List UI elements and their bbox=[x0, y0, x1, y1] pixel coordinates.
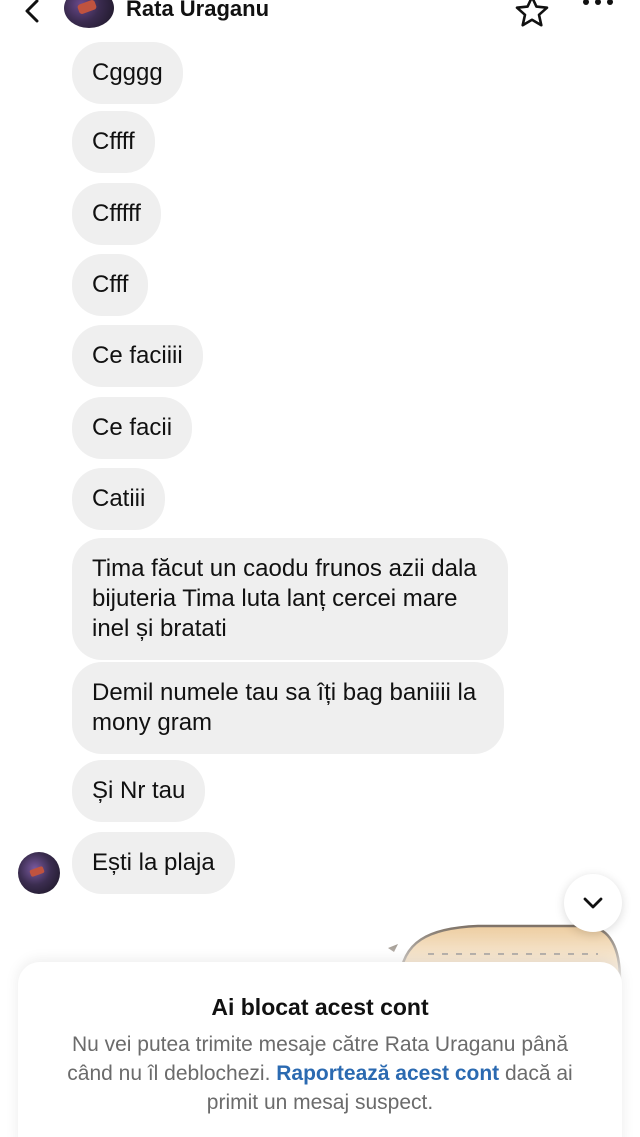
message-bubble[interactable]: Ce faciiii bbox=[72, 325, 203, 387]
message-bubble[interactable]: Cfff bbox=[72, 254, 149, 316]
chevron-down-icon bbox=[583, 897, 603, 909]
chevron-left-icon bbox=[25, 0, 39, 23]
back-button[interactable] bbox=[18, 0, 48, 26]
sender-avatar[interactable] bbox=[18, 852, 60, 894]
message-bubble[interactable]: Catiii bbox=[72, 468, 166, 530]
message-text: Catiii bbox=[92, 485, 146, 512]
contact-name[interactable]: Rata Uraganu bbox=[126, 0, 269, 22]
message-bubble[interactable]: Cfffff bbox=[72, 183, 161, 245]
message-bubble[interactable]: Demil numele tau sa îți bag baniiii la m… bbox=[72, 662, 504, 754]
blocked-notice-title: Ai blocat acest cont bbox=[211, 994, 429, 1020]
message-bubble[interactable]: Ce facii bbox=[72, 397, 193, 459]
message-text: Și Nr tau bbox=[92, 777, 186, 804]
message-text: Cgggg bbox=[92, 59, 163, 86]
contact-avatar[interactable] bbox=[64, 0, 114, 28]
message-text: Cfff bbox=[92, 271, 129, 298]
report-account-link[interactable]: Raportează acest cont bbox=[276, 1062, 499, 1085]
blocked-notice-body: Nu vei putea trimite mesaje către Rata U… bbox=[48, 1030, 592, 1117]
message-bubble[interactable]: Tima făcut un caodu frunos azii dala bij… bbox=[72, 538, 508, 660]
message-text: Cffff bbox=[92, 128, 135, 155]
message-bubble[interactable]: Ești la plaja bbox=[72, 832, 235, 894]
scroll-to-bottom-button[interactable] bbox=[564, 874, 622, 932]
blocked-account-notice: Ai blocat acest cont Nu vei putea trimit… bbox=[18, 962, 622, 1137]
message-bubble[interactable]: Cgggg bbox=[72, 42, 183, 104]
message-text: Demil numele tau sa îți bag baniiii la m… bbox=[92, 679, 477, 736]
message-text: Ce facii bbox=[92, 414, 173, 441]
more-horizontal-icon bbox=[583, 0, 613, 5]
more-options-button[interactable] bbox=[582, 0, 614, 16]
chat-header: Rata Uraganu bbox=[0, 0, 640, 34]
message-text: Ce faciiii bbox=[92, 342, 183, 369]
message-text: Tima făcut un caodu frunos azii dala bij… bbox=[92, 555, 477, 642]
message-text: Ești la plaja bbox=[92, 849, 215, 876]
message-bubble[interactable]: Cffff bbox=[72, 111, 155, 173]
favorite-button[interactable] bbox=[514, 0, 550, 30]
star-outline-icon bbox=[515, 0, 549, 27]
message-text: Cfffff bbox=[92, 200, 141, 227]
message-bubble[interactable]: Și Nr tau bbox=[72, 760, 206, 822]
